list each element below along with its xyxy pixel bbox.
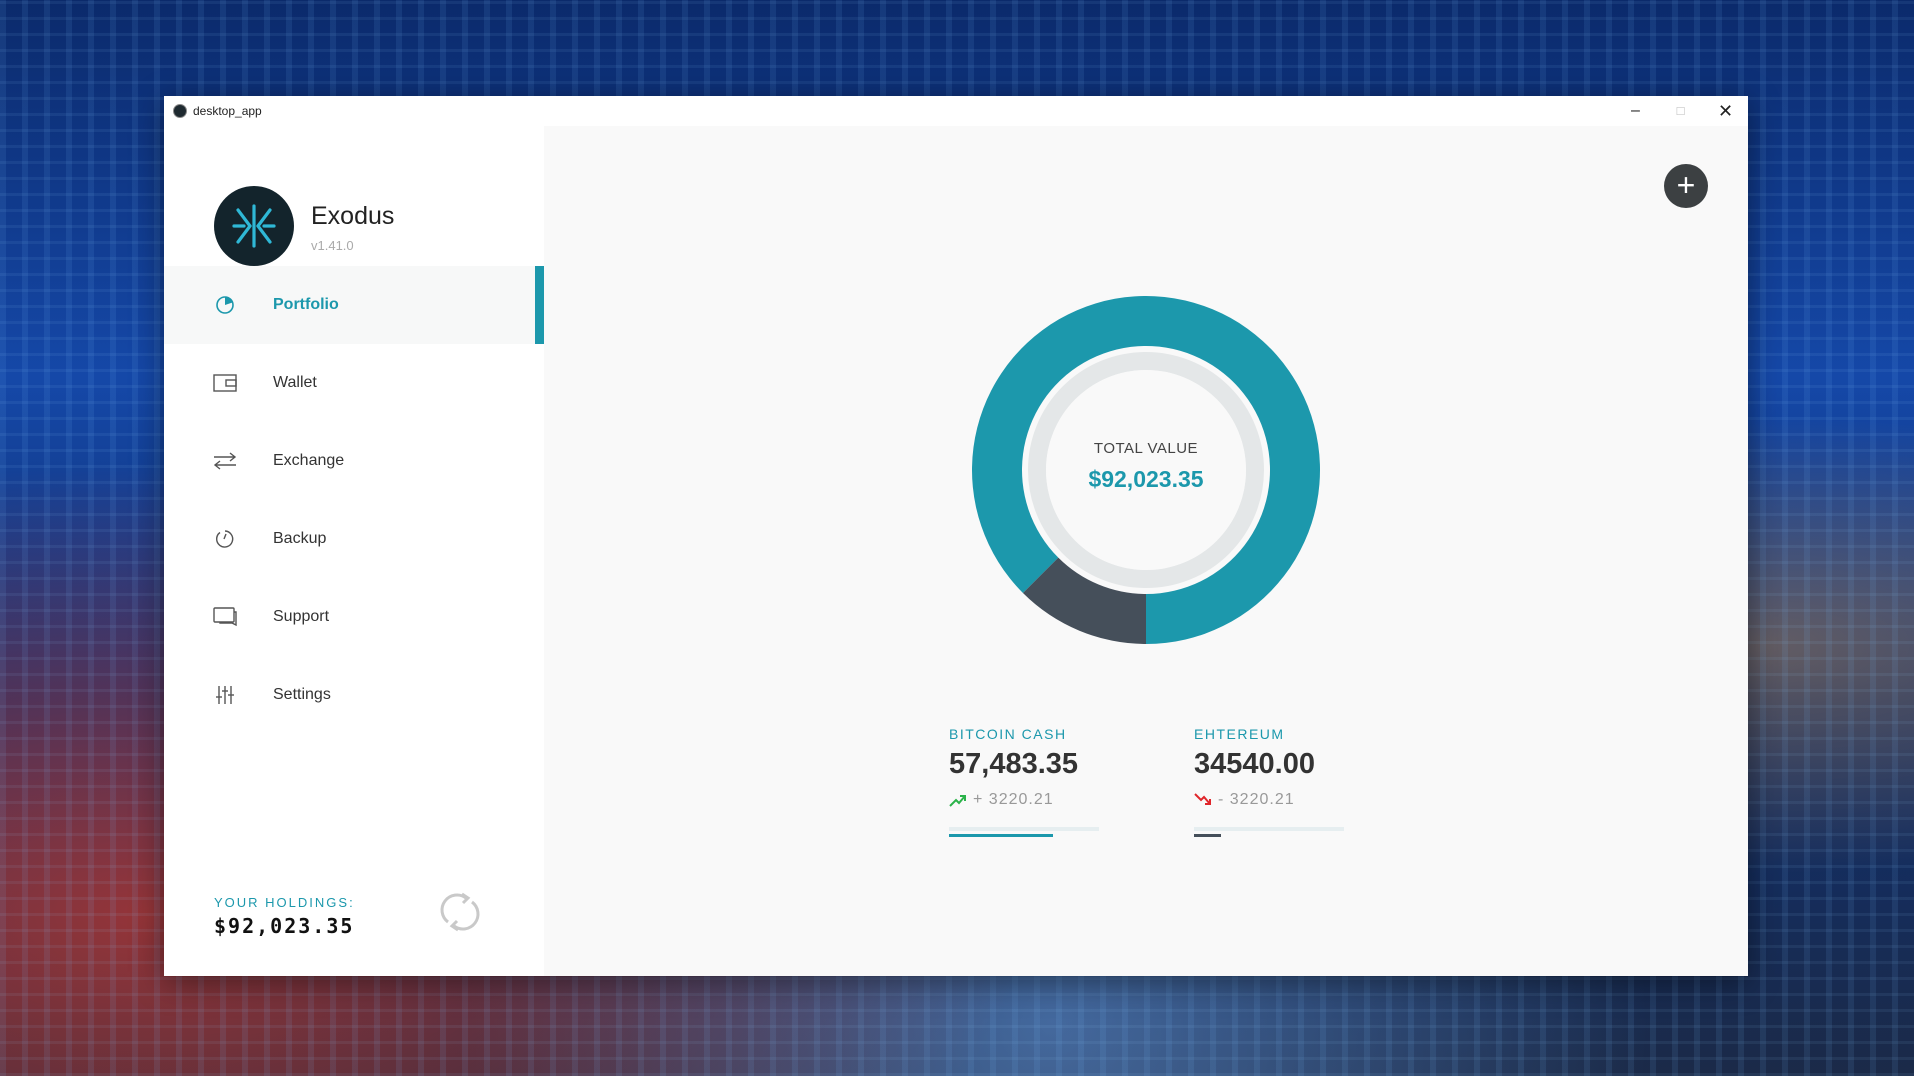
exchange-arrows-icon [212,448,238,474]
sidebar-item-label: Portfolio [273,296,339,313]
pie-chart-icon [212,292,238,318]
chat-icon [212,604,238,630]
backup-icon [212,526,238,552]
sliders-icon [212,682,238,708]
exodus-logo-icon [214,186,294,266]
asset-change-row: - 3220.21 [1194,791,1344,809]
asset-change: + 3220.21 [973,791,1054,808]
asset-name: EHTEREUM [1194,726,1285,742]
trend-down-icon [1194,793,1211,805]
refresh-icon[interactable] [434,886,486,938]
total-value-amount: $92,023.35 [1088,466,1204,492]
asset-card-bitcoin-cash[interactable]: BITCOIN CASH 57,483.35 + 3220.21 [949,726,1099,837]
trend-up-icon [949,795,966,807]
holdings-label: YOUR HOLDINGS: [214,895,355,910]
sidebar-item-label: Wallet [273,374,317,391]
sidebar-item-settings[interactable]: Settings [164,656,544,734]
sidebar-item-label: Settings [273,686,331,703]
total-value-label: TOTAL VALUE [1093,440,1199,457]
asset-card-ethereum[interactable]: EHTEREUM 34540.00 - 3220.21 [1194,726,1344,837]
app-icon [173,104,187,118]
window-title: desktop_app [193,104,262,118]
close-button[interactable]: ✕ [1703,96,1748,126]
asset-amount: 57,483.35 [949,748,1079,780]
asset-share-fill [949,834,1053,837]
portfolio-view: + TOTAL VALUE $92,023.35 BITCOIN CASH 57… [544,126,1748,976]
wallet-icon [212,370,238,396]
title-bar: desktop_app – □ ✕ [164,96,1748,126]
asset-change-row: + 3220.21 [949,791,1099,809]
brand-name: Exodus [311,202,395,230]
asset-share-fill [1194,834,1221,837]
maximize-button[interactable]: □ [1658,96,1703,126]
minimize-button[interactable]: – [1613,96,1658,126]
sidebar-item-wallet[interactable]: Wallet [164,344,544,422]
asset-name: BITCOIN CASH [949,726,1067,742]
asset-share-bar [949,827,1099,837]
asset-amount: 34540.00 [1194,748,1315,780]
add-asset-button[interactable]: + [1664,164,1708,208]
brand-version: v1.41.0 [311,238,354,253]
sidebar-item-label: Backup [273,530,327,547]
sidebar-nav: Portfolio Wallet Exchange Backup Support… [164,266,544,734]
sidebar-item-label: Support [273,608,330,625]
asset-change: - 3220.21 [1218,791,1295,808]
sidebar-item-backup[interactable]: Backup [164,500,544,578]
sidebar-item-portfolio[interactable]: Portfolio [164,266,544,344]
holdings-value: $92,023.35 [214,914,355,938]
sidebar-item-support[interactable]: Support [164,578,544,656]
asset-share-bar [1194,827,1344,837]
sidebar: Exodus v1.41.0 Portfolio Wallet Exchange [164,126,544,976]
sidebar-item-label: Exchange [273,452,345,469]
app-window: desktop_app – □ ✕ Exodus v1.41.0 Portfol… [164,96,1748,976]
sidebar-item-exchange[interactable]: Exchange [164,422,544,500]
